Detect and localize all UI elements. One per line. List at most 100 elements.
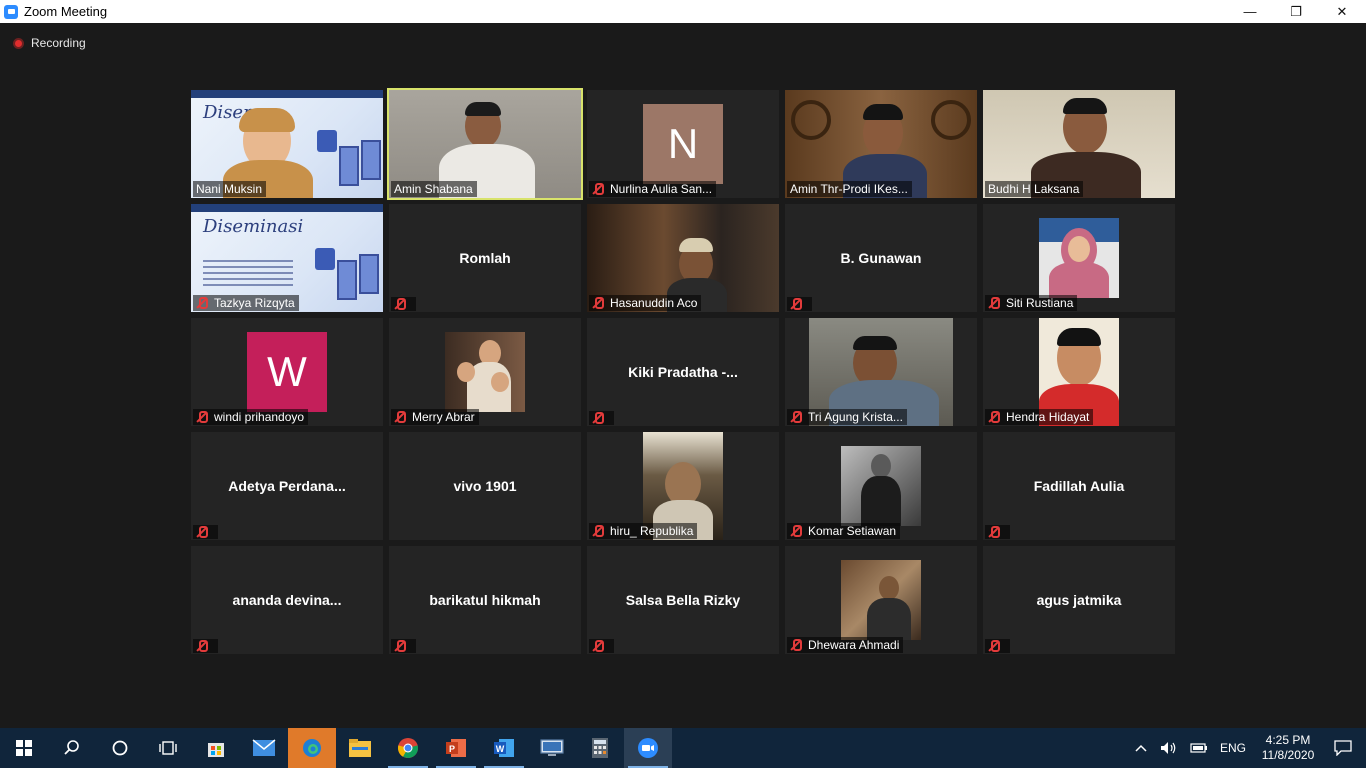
- participant-tile[interactable]: Fadillah Aulia: [983, 432, 1175, 540]
- muted-mic-icon: [790, 639, 802, 651]
- participant-tile[interactable]: ananda devina...: [191, 546, 383, 654]
- participant-nameplate: [787, 297, 812, 311]
- participant-tile[interactable]: vivo 1901: [389, 432, 581, 540]
- task-view-icon[interactable]: [144, 728, 192, 768]
- participant-nameplate: Dhewara Ahmadi: [787, 637, 904, 653]
- title-bar: Zoom Meeting — ❐ ✕: [0, 0, 1366, 23]
- search-icon[interactable]: [48, 728, 96, 768]
- minimize-button[interactable]: —: [1227, 0, 1273, 23]
- participant-tile[interactable]: Dhewara Ahmadi: [785, 546, 977, 654]
- muted-mic-icon: [394, 640, 406, 652]
- participant-tile-active-speaker[interactable]: Amin Shabana: [387, 88, 583, 200]
- chevron-up-icon[interactable]: [1128, 728, 1154, 768]
- participant-tile[interactable]: Merry Abrar: [389, 318, 581, 426]
- file-explorer-icon[interactable]: [336, 728, 384, 768]
- notifications-icon[interactable]: [1320, 728, 1366, 768]
- participant-tile[interactable]: Romlah: [389, 204, 581, 312]
- muted-mic-icon: [790, 525, 802, 537]
- participant-name: Amin Shabana: [394, 182, 473, 196]
- participant-nameplate: Nurlina Aulia San...: [589, 181, 717, 197]
- windows-start-icon[interactable]: [0, 728, 48, 768]
- participant-tile[interactable]: agus jatmika: [983, 546, 1175, 654]
- participant-display-name: agus jatmika: [1036, 592, 1122, 608]
- participant-name: Hendra Hidayat: [1006, 410, 1090, 424]
- participant-tile[interactable]: Amin Thr-Prodi IKes...: [785, 90, 977, 198]
- participant-nameplate: Amin Shabana: [391, 181, 477, 197]
- participant-nameplate: Hendra Hidayat: [985, 409, 1094, 425]
- participant-tile[interactable]: barikatul hikmah: [389, 546, 581, 654]
- close-button[interactable]: ✕: [1319, 0, 1365, 23]
- participant-display-name: ananda devina...: [232, 592, 342, 608]
- participant-nameplate: [985, 639, 1010, 653]
- zoom-app-icon: [4, 4, 18, 19]
- participant-tile[interactable]: Disem Nani Muksin: [191, 90, 383, 198]
- participant-tile[interactable]: Adetya Perdana...: [191, 432, 383, 540]
- participant-profile-photo: [841, 446, 921, 526]
- muted-mic-icon: [592, 183, 604, 195]
- system-tray: ENG 4:25 PM 11/8/2020: [1128, 728, 1366, 768]
- participant-tile[interactable]: N Nurlina Aulia San...: [587, 90, 779, 198]
- recording-label: Recording: [31, 36, 86, 50]
- mail-icon[interactable]: [240, 728, 288, 768]
- participant-profile-photo: [1039, 218, 1119, 298]
- participant-tile[interactable]: Siti Rustiana: [983, 204, 1175, 312]
- participant-nameplate: Hasanuddin Aco: [589, 295, 702, 311]
- restore-button[interactable]: ❐: [1273, 0, 1319, 23]
- participant-tile[interactable]: Komar Setiawan: [785, 432, 977, 540]
- participant-tile[interactable]: B. Gunawan: [785, 204, 977, 312]
- participant-name: Nurlina Aulia San...: [610, 182, 713, 196]
- participant-display-name: vivo 1901: [453, 478, 517, 494]
- participant-nameplate: [391, 639, 416, 653]
- store-icon[interactable]: [192, 728, 240, 768]
- system-clock[interactable]: 4:25 PM 11/8/2020: [1256, 733, 1320, 763]
- muted-mic-icon: [592, 412, 604, 424]
- participant-name: Komar Setiawan: [808, 524, 897, 538]
- participant-tile[interactable]: Hasanuddin Aco: [587, 204, 779, 312]
- recording-icon: [13, 37, 24, 49]
- meeting-area: Recording Disem Nani Muksin Amin Shabana…: [0, 23, 1366, 728]
- input-language[interactable]: ENG: [1220, 741, 1246, 755]
- remote-desktop-icon[interactable]: [528, 728, 576, 768]
- muted-mic-icon: [196, 526, 208, 538]
- participant-name: Amin Thr-Prodi IKes...: [790, 182, 908, 196]
- muted-mic-icon: [196, 640, 208, 652]
- participant-tile[interactable]: Hendra Hidayat: [983, 318, 1175, 426]
- participant-profile-photo: [841, 560, 921, 640]
- participant-tile[interactable]: Budhi H Laksana: [983, 90, 1175, 198]
- powerpoint-icon[interactable]: P: [432, 728, 480, 768]
- participant-tile[interactable]: Diseminasi Tazkya Rizqyta: [191, 204, 383, 312]
- muted-mic-icon: [988, 526, 1000, 538]
- participant-avatar: N: [643, 104, 723, 184]
- cortana-icon[interactable]: [96, 728, 144, 768]
- edge-icon[interactable]: [288, 728, 336, 768]
- participant-nameplate: Tri Agung Krista...: [787, 409, 907, 425]
- muted-mic-icon: [394, 411, 406, 423]
- word-icon[interactable]: W: [480, 728, 528, 768]
- clock-time: 4:25 PM: [1265, 733, 1311, 747]
- participant-display-name: Salsa Bella Rizky: [625, 592, 741, 608]
- muted-mic-icon: [988, 297, 1000, 309]
- battery-icon[interactable]: [1184, 728, 1214, 768]
- participant-tile[interactable]: Kiki Pradatha -...: [587, 318, 779, 426]
- participant-tile[interactable]: hiru_ Republika: [587, 432, 779, 540]
- muted-mic-icon: [988, 640, 1000, 652]
- muted-mic-icon: [196, 411, 208, 423]
- participant-name: windi prihandoyo: [214, 410, 305, 424]
- participant-display-name: barikatul hikmah: [429, 592, 541, 608]
- participant-tile[interactable]: W windi prihandoyo: [191, 318, 383, 426]
- svg-text:P: P: [449, 744, 455, 754]
- chrome-icon[interactable]: [384, 728, 432, 768]
- participant-tile[interactable]: Salsa Bella Rizky: [587, 546, 779, 654]
- participant-name: Siti Rustiana: [1006, 296, 1074, 310]
- participant-display-name: Adetya Perdana...: [228, 478, 346, 494]
- calculator-icon[interactable]: [576, 728, 624, 768]
- muted-mic-icon: [592, 525, 604, 537]
- volume-icon[interactable]: [1154, 728, 1184, 768]
- participant-display-name: B. Gunawan: [840, 250, 922, 266]
- recording-indicator[interactable]: Recording: [13, 36, 86, 50]
- participant-tile[interactable]: Tri Agung Krista...: [785, 318, 977, 426]
- participant-nameplate: Tazkya Rizqyta: [193, 295, 299, 311]
- participant-name: Merry Abrar: [412, 410, 475, 424]
- muted-mic-icon: [196, 297, 208, 309]
- zoom-icon[interactable]: [624, 728, 672, 768]
